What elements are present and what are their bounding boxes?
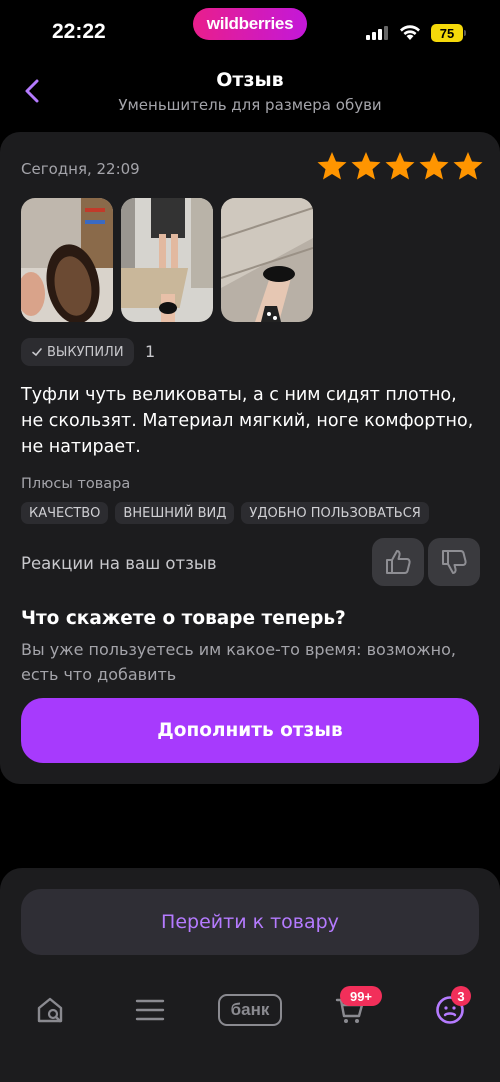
tab-bank[interactable]: банк <box>218 994 282 1026</box>
thumbs-down-icon <box>442 550 467 574</box>
product-name: Уменьшитель для размера обуви <box>118 96 382 114</box>
wifi-icon <box>400 25 420 40</box>
review-photos <box>21 198 313 322</box>
review-date: Сегодня, 22:09 <box>21 160 140 178</box>
bought-label: ВЫКУПИЛИ <box>47 344 124 360</box>
review-photo-1[interactable] <box>21 198 113 322</box>
tag-usability: УДОБНО ПОЛЬЗОВАТЬСЯ <box>241 502 429 524</box>
review-card: Сегодня, 22:09 ВЫКУПИЛИ 1 Туфли чуть вел… <box>0 132 500 784</box>
battery-tip <box>464 30 466 36</box>
cta-subtitle: Вы уже пользуетесь им какое-то время: во… <box>21 640 456 684</box>
check-icon <box>32 348 42 357</box>
bought-badge: ВЫКУПИЛИ <box>21 338 134 366</box>
status-time: 22:22 <box>52 20 106 43</box>
review-photo-2[interactable] <box>121 198 213 322</box>
page-title: Отзыв <box>216 69 284 91</box>
brand-logo: wildberries <box>193 8 307 40</box>
status-bar: 22:22 wildberries 75 <box>0 0 500 62</box>
tab-catalog[interactable] <box>130 990 170 1030</box>
pros-tags: КАЧЕСТВО ВНЕШНИЙ ВИД УДОБНО ПОЛЬЗОВАТЬСЯ <box>21 502 429 524</box>
star-icon <box>453 152 483 180</box>
go-to-product-button[interactable]: Перейти к товару <box>21 889 479 955</box>
dislike-button[interactable] <box>428 538 480 586</box>
tab-home[interactable] <box>30 990 70 1030</box>
star-icon <box>317 152 347 180</box>
star-icon <box>419 152 449 180</box>
tab-bar: банк 99+ 3 <box>0 978 500 1038</box>
pros-label: Плюсы товара <box>21 476 131 492</box>
thumbs-up-icon <box>386 550 411 574</box>
star-icon <box>351 152 381 180</box>
tag-quality: КАЧЕСТВО <box>21 502 109 524</box>
header: Отзыв Уменьшитель для размера обуви <box>0 62 500 122</box>
review-photo-3[interactable] <box>221 198 313 322</box>
battery-indicator: 75 <box>431 24 463 42</box>
tag-appearance: ВНЕШНИЙ ВИД <box>115 502 235 524</box>
cta-title: Что скажете о товаре теперь? <box>21 608 346 629</box>
cart-badge: 99+ <box>340 986 382 1006</box>
home-search-icon <box>37 997 63 1023</box>
like-button[interactable] <box>372 538 424 586</box>
review-text: Туфли чуть великоваты, а с ним сидят пло… <box>21 385 474 457</box>
add-to-review-button[interactable]: Дополнить отзыв <box>21 698 479 763</box>
rating-stars <box>316 150 484 182</box>
menu-icon <box>135 999 165 1021</box>
star-icon <box>385 152 415 180</box>
cellular-signal-icon <box>366 26 388 40</box>
bought-count: 1 <box>145 342 156 361</box>
bottom-panel: Перейти к товару банк 99+ 3 <box>0 868 500 1082</box>
reactions-label: Реакции на ваш отзыв <box>21 554 217 573</box>
profile-badge: 3 <box>451 986 471 1006</box>
